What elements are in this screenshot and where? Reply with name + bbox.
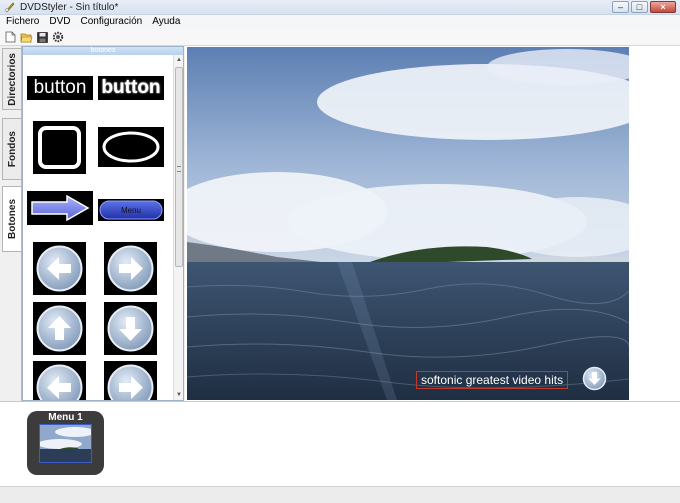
menu-bar: Fichero DVD Configuración Ayuda xyxy=(0,15,680,29)
dvdstyler-app-icon xyxy=(5,2,15,13)
ellipse-icon xyxy=(102,131,160,163)
round-arrow-button-down[interactable] xyxy=(104,302,157,355)
menu-caption-text[interactable]: softonic greatest video hits xyxy=(416,371,569,389)
title-bar: DVDStyler - Sin título* – □ × xyxy=(0,0,680,15)
status-bar xyxy=(0,486,680,503)
tab-botones-label: Botones xyxy=(6,199,18,239)
tab-fondos[interactable]: Fondos xyxy=(2,118,21,180)
close-button[interactable]: × xyxy=(650,1,676,13)
tab-fondos-label: Fondos xyxy=(6,130,18,168)
right-arrow-shape-icon xyxy=(31,194,90,222)
round-arrow-button-right[interactable] xyxy=(104,242,157,295)
new-button[interactable] xyxy=(3,30,17,44)
round-arrow-button-left-2[interactable] xyxy=(33,361,86,400)
up-arrow-icon xyxy=(36,305,83,352)
rounded-square-icon xyxy=(38,126,81,169)
text-button-outline-label: button xyxy=(101,77,161,98)
new-file-icon xyxy=(5,31,15,43)
scroll-up-icon[interactable]: ▲ xyxy=(174,55,184,65)
buttons-gallery: button button Menu xyxy=(23,55,174,400)
menu-thumbnail[interactable]: Menu 1 xyxy=(27,411,104,475)
menu-ayuda[interactable]: Ayuda xyxy=(152,15,186,29)
settings-button[interactable] xyxy=(51,30,65,44)
round-arrow-button-up[interactable] xyxy=(33,302,86,355)
open-folder-icon xyxy=(20,33,32,42)
menu-editor-canvas[interactable]: softonic greatest video hits xyxy=(185,46,680,401)
menus-strip: Menu 1 xyxy=(0,401,680,486)
window-title: DVDStyler - Sin título* xyxy=(20,2,119,13)
save-button[interactable] xyxy=(35,30,49,44)
save-icon xyxy=(36,31,48,43)
panel-header: botones xyxy=(23,47,183,55)
menu-thumbnail-image xyxy=(39,424,92,463)
arrow-shape-button[interactable] xyxy=(27,191,93,225)
grip-icon xyxy=(177,166,181,172)
minimize-button[interactable]: – xyxy=(612,1,629,13)
buttons-panel: botones button button Menu ▲ ▼ xyxy=(22,46,184,401)
rounded-square-button[interactable] xyxy=(33,121,86,174)
tab-directorios[interactable]: Directorios xyxy=(2,48,21,110)
ellipse-button[interactable] xyxy=(98,127,164,167)
maximize-icon: □ xyxy=(636,2,643,12)
panel-scrollbar[interactable]: ▲ ▼ xyxy=(173,55,183,400)
menu-configuracion[interactable]: Configuración xyxy=(80,15,148,29)
down-arrow-icon[interactable] xyxy=(582,366,607,391)
text-button-outline[interactable]: button xyxy=(98,76,164,100)
scroll-down-icon[interactable]: ▼ xyxy=(174,390,184,400)
tab-directorios-label: Directorios xyxy=(6,52,18,106)
round-arrow-button-left[interactable] xyxy=(33,242,86,295)
menu-fichero[interactable]: Fichero xyxy=(6,15,45,29)
caption-label: softonic greatest video hits xyxy=(421,373,564,387)
maximize-button[interactable]: □ xyxy=(631,1,648,13)
open-button[interactable] xyxy=(19,30,33,44)
settings-icon xyxy=(52,31,64,43)
scrollbar-thumb[interactable] xyxy=(175,67,183,267)
left-arrow-icon xyxy=(36,245,83,292)
close-icon: × xyxy=(660,2,666,12)
right-arrow-icon xyxy=(107,245,154,292)
toolbar xyxy=(0,29,680,46)
down-arrow-icon xyxy=(107,305,154,352)
minimize-icon: – xyxy=(617,2,623,12)
left-arrow-icon xyxy=(36,364,83,400)
menu-dvd[interactable]: DVD xyxy=(49,15,76,29)
side-tab-strip: Directorios Fondos Botones xyxy=(0,46,22,401)
background-photo xyxy=(187,47,629,400)
menu-thumbnail-label: Menu 1 xyxy=(48,412,83,423)
round-arrow-button-right-2[interactable] xyxy=(104,361,157,400)
text-button-plain-label: button xyxy=(33,77,87,98)
menu-pill-button[interactable]: Menu xyxy=(98,199,164,221)
text-button-plain[interactable]: button xyxy=(27,76,93,100)
tab-botones[interactable]: Botones xyxy=(2,186,21,252)
right-arrow-icon xyxy=(107,364,154,400)
menu-pill-label: Menu xyxy=(120,205,141,215)
